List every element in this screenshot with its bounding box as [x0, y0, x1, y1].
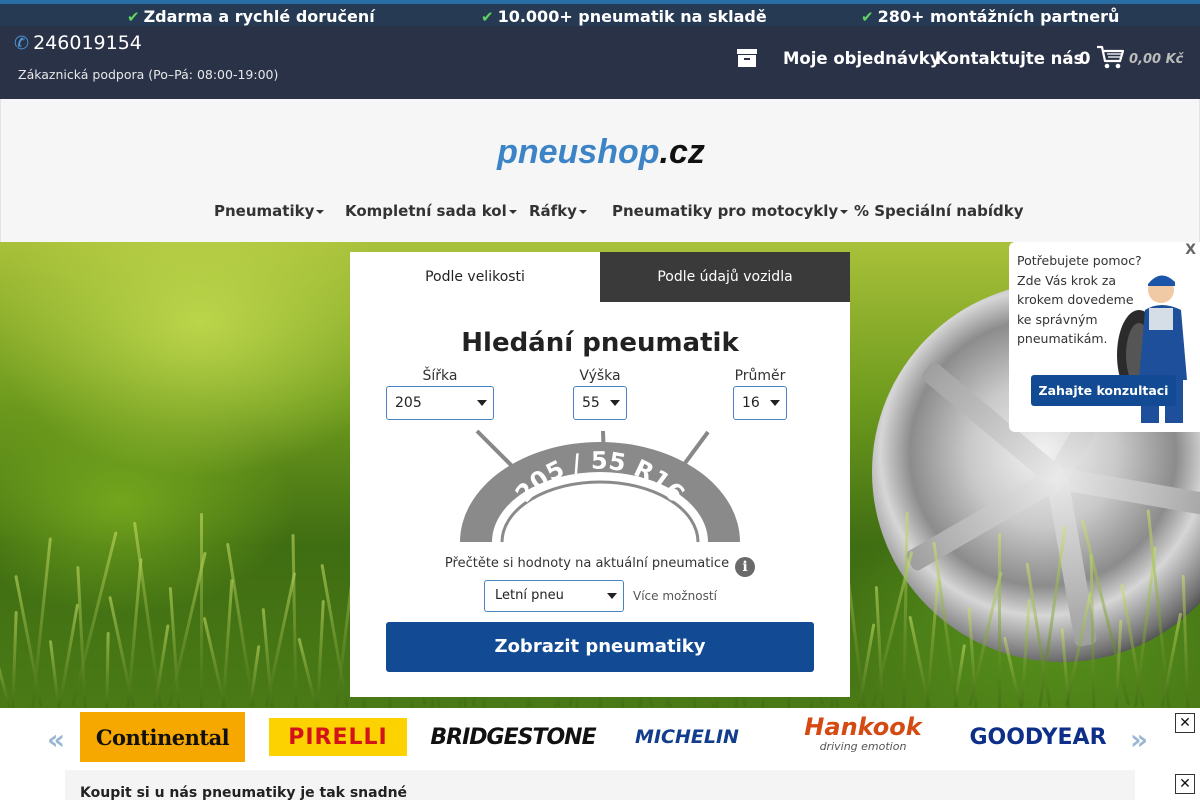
tab-by-size[interactable]: Podle velikosti [350, 252, 600, 302]
chevron-down-icon [316, 209, 325, 214]
nav-complete-wheels[interactable]: Kompletní sada kol [345, 202, 517, 220]
search-title: Hledání pneumatik [461, 328, 739, 358]
brand-carousel: « Continental PIRELLI BRIDGESTONE MICHEL… [0, 708, 1200, 770]
more-options-link[interactable]: Více možností [633, 589, 717, 603]
phone-link[interactable]: ✆ 246019154 [14, 32, 142, 54]
nav-motorcycle-tires[interactable]: Pneumatiky pro motocykly [612, 202, 849, 220]
grass-blade [30, 537, 52, 708]
cart-count[interactable]: 0 [1079, 49, 1090, 68]
brand-michelin[interactable]: MICHELIN [604, 712, 770, 762]
brand-hankook[interactable]: Hankook driving emotion [780, 712, 946, 762]
logo-nav-area: pneushop.cz Pneumatiky Kompletní sada ko… [0, 99, 1200, 242]
info-icon[interactable]: i [735, 557, 756, 577]
start-consultation-button[interactable]: Zahajte konzultaci [1031, 375, 1176, 406]
height-label: Výška [579, 368, 621, 384]
box-icon[interactable] [737, 49, 757, 67]
chevron-down-icon [578, 209, 587, 214]
info-banner: Koupit si u nás pneumatiky je tak snadné [65, 770, 1135, 800]
check-icon: ✔ [481, 8, 494, 26]
chevron-down-icon [607, 593, 617, 599]
nav-tires[interactable]: Pneumatiky [214, 202, 325, 220]
close-icon[interactable]: ✕ [1175, 713, 1195, 733]
nav-rims[interactable]: Ráfky [529, 202, 587, 220]
grass-blade [105, 631, 111, 708]
check-icon: ✔ [127, 8, 140, 26]
grass-blade [11, 610, 18, 708]
chevron-down-icon [477, 400, 487, 406]
grass-blade [291, 533, 298, 708]
promo-bar: ✔ Zdarma a rychlé doručení ✔ 10.000+ pneum… [0, 0, 1200, 26]
chevron-down-icon [840, 209, 849, 214]
carousel-prev-icon[interactable]: « [47, 723, 65, 756]
help-widget: X Potřebujete pomoc? Zde Vás krok za kro… [1009, 242, 1200, 432]
brand-goodyear[interactable]: GOODYEAR [954, 712, 1122, 762]
height-select[interactable]: 55 [573, 386, 627, 420]
tab-by-vehicle[interactable]: Podle údajů vozidla [600, 252, 850, 302]
phone-icon: ✆ [14, 33, 30, 54]
grass-blade [997, 533, 1001, 708]
grass-blade [297, 637, 318, 708]
help-text: Potřebujete pomoc? Zde Vás krok za kroke… [1017, 253, 1142, 346]
width-label: Šířka [422, 368, 458, 384]
chevron-down-icon [508, 209, 517, 214]
promo-free-delivery: ✔ Zdarma a rychlé doručení [127, 7, 375, 26]
brand-continental[interactable]: Continental [80, 712, 245, 762]
cart-icon[interactable] [1096, 44, 1124, 70]
check-icon: ✔ [861, 8, 874, 26]
diameter-label: Průměr [734, 368, 786, 384]
show-tires-button[interactable]: Zobrazit pneumatiky [386, 622, 814, 672]
season-select[interactable]: Letní pneu [484, 580, 624, 612]
help-close-icon[interactable]: X [1185, 242, 1196, 258]
close-icon[interactable]: ✕ [1175, 774, 1195, 794]
chevron-down-icon [610, 400, 620, 406]
tire-search-panel: Podle velikosti Podle údajů vozidla Hled… [350, 252, 850, 697]
width-select[interactable]: 205 [386, 386, 494, 420]
nav-special-offers[interactable]: % Speciální nabídky [854, 202, 1023, 220]
cart-total[interactable]: 0,00 Kč [1129, 52, 1183, 67]
contact-link[interactable]: Kontaktujte nás [935, 49, 1083, 68]
support-hours: Zákaznická podpora (Po–Pá: 08:00-19:00) [18, 67, 279, 82]
grass-blade [221, 579, 234, 708]
carousel-next-icon[interactable]: » [1130, 723, 1148, 756]
site-header: ✆ 246019154 Zákaznická podpora (Po–Pá: 08… [0, 26, 1200, 99]
brand-bridgestone[interactable]: BRIDGESTONE [428, 712, 598, 762]
grass-blade [126, 558, 143, 708]
grass-blade [316, 599, 326, 708]
grass-blade [0, 648, 11, 708]
my-orders-link[interactable]: Moje objednávky [783, 49, 941, 68]
grass-blade [199, 513, 203, 708]
info-banner-text: Koupit si u nás pneumatiky je tak snadné [80, 785, 408, 800]
promo-partners: ✔ 280+ montážních partnerů [861, 7, 1120, 26]
diameter-select[interactable]: 16 [733, 386, 787, 420]
tire-size-diagram: 205 / 55 R16 [460, 429, 740, 543]
hint-text: Přečtěte si hodnoty na aktuální pneumati… [350, 556, 850, 577]
brand-pirelli[interactable]: PIRELLI [269, 718, 407, 756]
chevron-down-icon [770, 400, 780, 406]
promo-stock: ✔ 10.000+ pneumatik na skladě [481, 7, 767, 26]
site-logo[interactable]: pneushop.cz [1, 133, 1200, 172]
